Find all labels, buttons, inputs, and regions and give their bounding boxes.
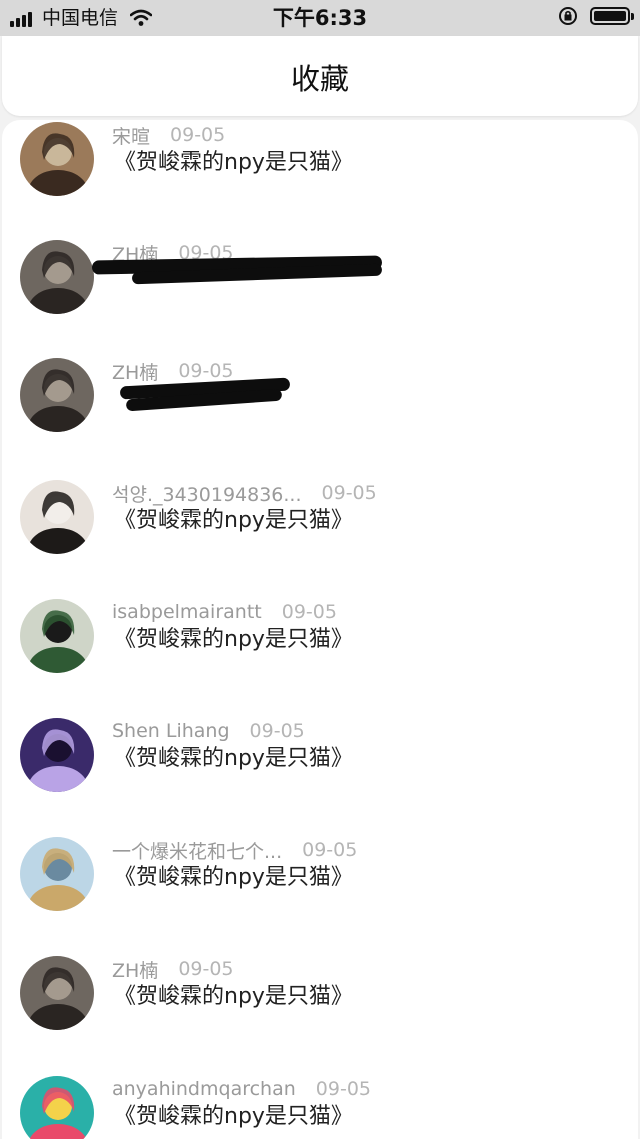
list-item[interactable]: 석양._3430194836... 09-05 《贺峻霖的npy是只猫》 [2,480,638,599]
avatar[interactable] [20,1076,94,1139]
avatar[interactable] [20,599,94,673]
post-date: 09-05 [321,482,377,504]
list-item[interactable]: 宋暄 09-05 《贺峻霖的npy是只猫》 [2,122,638,241]
avatar[interactable] [20,718,94,792]
favorite-title[interactable]: 《贺峻霖的npy是只猫》 [114,982,353,1012]
favorite-title[interactable]: 《贺峻霖的npy是只猫》 [114,625,353,655]
favorite-title[interactable]: 《贺峻霖的npy是只猫》 [114,506,353,536]
list-item[interactable]: 一个爆米花和七个... 09-05 《贺峻霖的npy是只猫》 [2,837,638,956]
favorite-title[interactable]: 《贺峻霖的npy是只猫》 [114,148,353,178]
item-meta: Shen Lihang 09-05 [112,718,305,744]
item-meta: 宋暄 09-05 [112,122,225,148]
favorites-list[interactable]: 宋暄 09-05 《贺峻霖的npy是只猫》 ZH楠 09-05 ZH楠 09-05 석양._3… [2,120,638,1139]
avatar[interactable] [20,358,94,432]
username[interactable]: anyahindmqarchan [112,1078,296,1100]
post-date: 09-05 [302,839,358,861]
post-date: 09-05 [170,124,226,146]
item-meta: isabpelmairantt 09-05 [112,599,337,625]
list-item[interactable]: isabpelmairantt 09-05 《贺峻霖的npy是只猫》 [2,599,638,718]
list-item[interactable]: anyahindmqarchan 09-05 《贺峻霖的npy是只猫》 [2,1076,638,1139]
status-right [558,6,634,26]
avatar[interactable] [20,837,94,911]
username[interactable]: ZH楠 [112,956,158,983]
item-meta: anyahindmqarchan 09-05 [112,1076,371,1102]
username[interactable]: ZH楠 [112,358,158,385]
item-meta: 一个爆米花和七个... 09-05 [112,837,357,863]
favorite-title[interactable]: 《贺峻霖的npy是只猫》 [114,1102,353,1132]
avatar[interactable] [20,480,94,554]
item-meta: ZH楠 09-05 [112,358,234,384]
avatar[interactable] [20,240,94,314]
avatar[interactable] [20,956,94,1030]
status-time: 下午6:33 [272,6,368,30]
battery-icon [590,7,634,25]
nav-header: 收藏 [2,36,638,116]
username[interactable]: 宋暄 [112,122,150,149]
favorite-title[interactable]: 《贺峻霖的npy是只猫》 [114,863,353,893]
favorite-title[interactable]: 《贺峻霖的npy是只猫》 [114,744,353,774]
list-item[interactable]: Shen Lihang 09-05 《贺峻霖的npy是只猫》 [2,718,638,837]
list-item[interactable]: ZH楠 09-05 [2,358,638,477]
avatar[interactable] [20,122,94,196]
list-item[interactable]: ZH楠 09-05 [2,240,638,359]
rotation-lock-icon [559,7,577,25]
username[interactable]: isabpelmairantt [112,601,262,623]
username[interactable]: 석양._3430194836... [112,480,302,507]
item-meta: ZH楠 09-05 [112,956,234,982]
post-date: 09-05 [281,601,337,623]
item-meta: 석양._3430194836... 09-05 [112,480,377,506]
post-date: 09-05 [178,958,234,980]
username[interactable]: Shen Lihang [112,720,230,742]
post-date: 09-05 [249,720,305,742]
list-item[interactable]: ZH楠 09-05 《贺峻霖的npy是只猫》 [2,956,638,1075]
post-date: 09-05 [315,1078,371,1100]
status-bar: 中国电信 下午6:33 [0,0,640,36]
username[interactable]: 一个爆米花和七个... [112,837,282,864]
post-date: 09-05 [178,360,234,382]
page-title: 收藏 [290,62,349,96]
